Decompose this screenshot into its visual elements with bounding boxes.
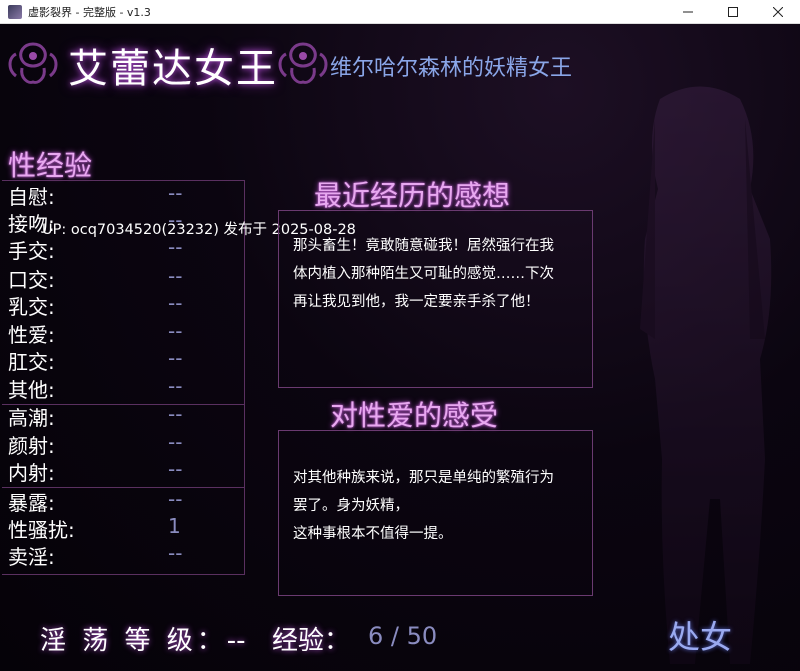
recent-line-3: 再让我见到他，我一定要亲手杀了他！ xyxy=(293,294,540,310)
stat-label: 性爱: xyxy=(8,323,55,347)
character-silhouette xyxy=(640,86,772,664)
lewd-level-label-text: 淫 荡 等 级： xyxy=(40,626,227,656)
stat-value: -- xyxy=(168,319,183,343)
stat-value: -- xyxy=(168,541,183,565)
stat-row: 肛交: -- xyxy=(8,346,238,374)
stat-row: 其他: -- xyxy=(8,374,238,402)
stat-label: 自慰: xyxy=(8,185,55,209)
stat-value: -- xyxy=(168,487,183,511)
stat-label: 卖淫: xyxy=(8,545,55,569)
stat-row: 口交: -- xyxy=(8,264,238,292)
feeling-line-2: 罢了。身为妖精， xyxy=(293,498,409,514)
stat-value: -- xyxy=(168,402,183,426)
recent-line-1: 那头畜生！竟敢随意碰我！居然强行在我 xyxy=(293,238,554,254)
stat-row: 颜射: -- xyxy=(8,430,238,458)
minimize-icon[interactable] xyxy=(665,0,710,24)
stat-value: 1 xyxy=(168,514,181,538)
stat-row: 高潮: -- xyxy=(8,402,238,430)
stat-value: -- xyxy=(168,181,183,205)
stat-value: -- xyxy=(168,291,183,315)
stat-label: 其他: xyxy=(8,378,55,402)
window-title: 虚影裂界 - 完整版 - v1.3 xyxy=(28,5,151,19)
feeling-heading: 对性爱的感受 xyxy=(330,399,499,432)
stat-row: 乳交: -- xyxy=(8,291,238,319)
recent-heading: 最近经历的感想 xyxy=(314,179,511,212)
maximize-icon[interactable] xyxy=(710,0,755,24)
stat-label: 性骚扰: xyxy=(8,518,75,542)
stat-label: 手交: xyxy=(8,239,55,263)
stats-heading: 性经验 xyxy=(8,149,93,182)
stat-label: 颜射: xyxy=(8,434,55,458)
stat-value: -- xyxy=(168,346,183,370)
recent-panel: 那头畜生！竟敢随意碰我！居然强行在我 体内植入那种陌生又可耻的感觉……下次 再让… xyxy=(278,210,593,388)
feeling-line-3: 这种事根本不值得一提。 xyxy=(293,526,453,542)
game-screen: 艾蕾达女王 维尔哈尔森林的妖精女王 性经验 自慰: -- 接吻: -- 手交: -- 口交:… xyxy=(0,24,800,671)
stat-value: -- xyxy=(168,264,183,288)
purple-flame-ornament-icon xyxy=(278,42,328,84)
window-controls xyxy=(665,0,800,24)
stat-row: 性骚扰: 1 xyxy=(8,514,238,542)
stat-row: 性爱: -- xyxy=(8,319,238,347)
purple-flame-ornament-icon xyxy=(8,42,58,84)
stat-value: -- xyxy=(168,430,183,454)
stat-row: 内射: -- xyxy=(8,457,238,485)
character-subtitle: 维尔哈尔森林的妖精女王 xyxy=(330,56,573,81)
lewd-level-value: -- xyxy=(226,626,246,656)
exp-value: 6 / 50 xyxy=(368,622,438,650)
stat-row: 自慰: -- xyxy=(8,181,238,209)
character-name: 艾蕾达女王 xyxy=(68,46,278,92)
stat-row: 暴露: -- xyxy=(8,487,238,515)
app-icon xyxy=(8,4,22,19)
stat-label: 内射: xyxy=(8,461,55,485)
status-badge: 处女 xyxy=(668,618,733,656)
feeling-line-1: 对其他种族来说，那只是单纯的繁殖行为 xyxy=(293,470,554,486)
stat-row: 卖淫: -- xyxy=(8,541,238,569)
stat-label: 肛交: xyxy=(8,350,55,374)
stat-label: 口交: xyxy=(8,268,55,292)
lewd-level-label: 淫 荡 等 级：-- xyxy=(40,620,246,657)
close-icon[interactable] xyxy=(755,0,800,24)
exp-label: 经验： xyxy=(272,626,351,656)
stat-label: 暴露: xyxy=(8,491,55,515)
stat-label: 高潮: xyxy=(8,406,55,430)
stat-value: -- xyxy=(168,374,183,398)
window-titlebar: 虚影裂界 - 完整版 - v1.3 xyxy=(0,0,800,24)
recent-line-2: 体内植入那种陌生又可耻的感觉……下次 xyxy=(293,266,554,282)
feeling-panel: 对其他种族来说，那只是单纯的繁殖行为 罢了。身为妖精， 这种事根本不值得一提。 xyxy=(278,430,593,596)
stat-value: -- xyxy=(168,457,183,481)
stat-label: 乳交: xyxy=(8,295,55,319)
